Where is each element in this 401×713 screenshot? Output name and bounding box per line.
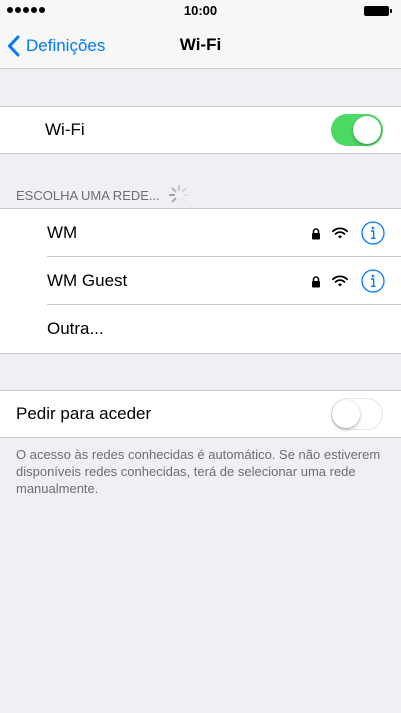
network-row-other[interactable]: Outra... (0, 305, 401, 353)
other-network-label: Outra... (47, 319, 104, 338)
battery-icon (364, 6, 392, 16)
toggle-knob (332, 399, 360, 428)
network-name: WM Guest (47, 271, 128, 290)
loading-spinner-icon (168, 185, 189, 205)
lock-icon (312, 276, 320, 288)
page-title: Wi-Fi (179, 35, 222, 54)
info-icon[interactable] (361, 269, 385, 293)
wifi-label: Wi-Fi (45, 120, 85, 139)
wifi-row: Wi-Fi (0, 107, 401, 153)
wifi-signal-icon (332, 227, 348, 239)
ask-to-join-description: O acesso às redes conhecidas é automátic… (16, 447, 381, 496)
networks-list: WM WM Guest Outra... (0, 208, 401, 354)
networks-section-header: ESCOLHA UMA REDE... (16, 184, 190, 206)
status-time: 10:00 (183, 3, 218, 18)
wifi-toggle-group: Wi-Fi (0, 106, 401, 154)
ask-to-join-toggle[interactable] (331, 398, 383, 430)
ask-to-join-group: Pedir para aceder (0, 390, 401, 438)
ask-to-join-row: Pedir para aceder (0, 391, 401, 437)
network-name: WM (47, 223, 78, 242)
network-row-wm-guest[interactable]: WM Guest (0, 257, 401, 305)
section-header-label: ESCOLHA UMA REDE... (16, 187, 160, 203)
network-row-wm[interactable]: WM (0, 209, 401, 257)
lock-icon (312, 228, 320, 240)
status-bar: 10:00 (0, 0, 401, 22)
wifi-toggle[interactable] (331, 114, 383, 146)
toggle-knob (353, 116, 381, 144)
info-icon[interactable] (361, 221, 385, 245)
ask-to-join-label: Pedir para aceder (16, 404, 152, 423)
wifi-signal-icon (332, 275, 348, 287)
navigation-bar: Definições Wi-Fi (0, 22, 401, 69)
